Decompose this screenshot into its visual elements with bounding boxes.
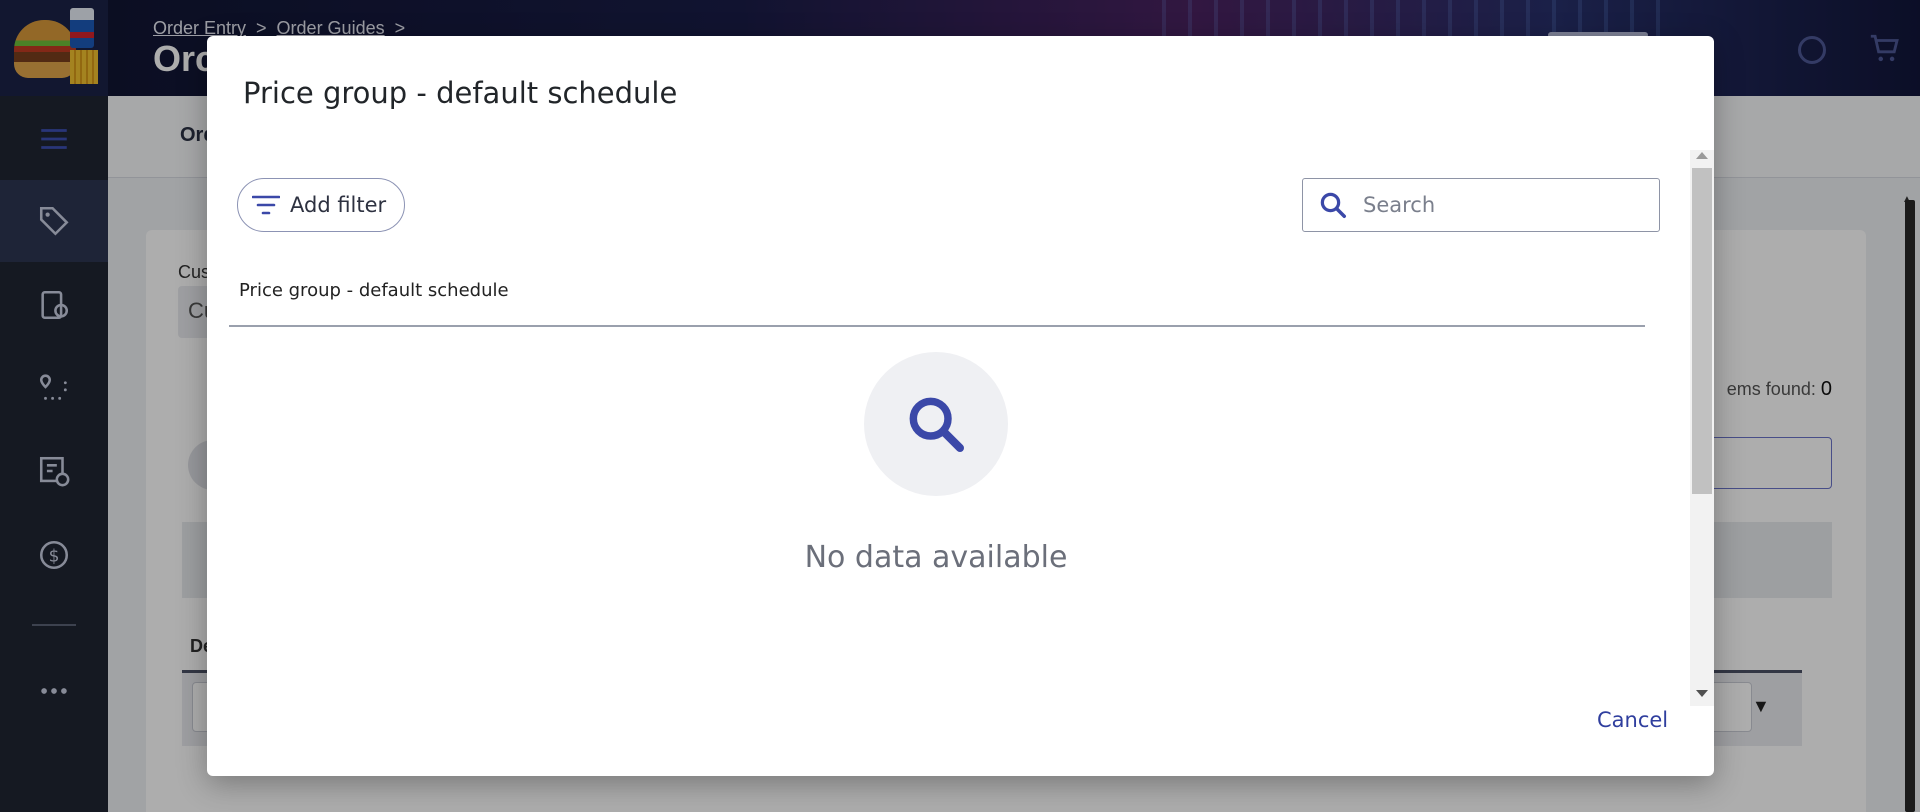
page-scrollbar[interactable]	[1905, 200, 1915, 812]
filter-icon	[252, 195, 280, 215]
empty-search-icon	[909, 397, 964, 452]
add-filter-button[interactable]: Add filter	[237, 178, 405, 232]
header-divider	[229, 325, 1645, 327]
cancel-button[interactable]: Cancel	[1597, 708, 1668, 732]
empty-state-message: No data available	[804, 540, 1068, 575]
search-field[interactable]	[1302, 178, 1660, 232]
dialog-scrollbar[interactable]	[1690, 150, 1714, 706]
search-icon	[1303, 178, 1363, 232]
search-input[interactable]	[1363, 193, 1633, 217]
price-group-dialog: Price group - default schedule Add filte…	[207, 36, 1714, 776]
add-filter-label: Add filter	[290, 193, 387, 217]
dialog-title: Price group - default schedule	[243, 76, 678, 110]
scroll-thumb[interactable]	[1692, 168, 1712, 494]
column-header[interactable]: Price group - default schedule	[239, 280, 509, 301]
empty-state-illustration	[864, 352, 1008, 496]
scroll-down-icon[interactable]	[1696, 690, 1708, 697]
scroll-up-icon[interactable]	[1696, 152, 1708, 159]
